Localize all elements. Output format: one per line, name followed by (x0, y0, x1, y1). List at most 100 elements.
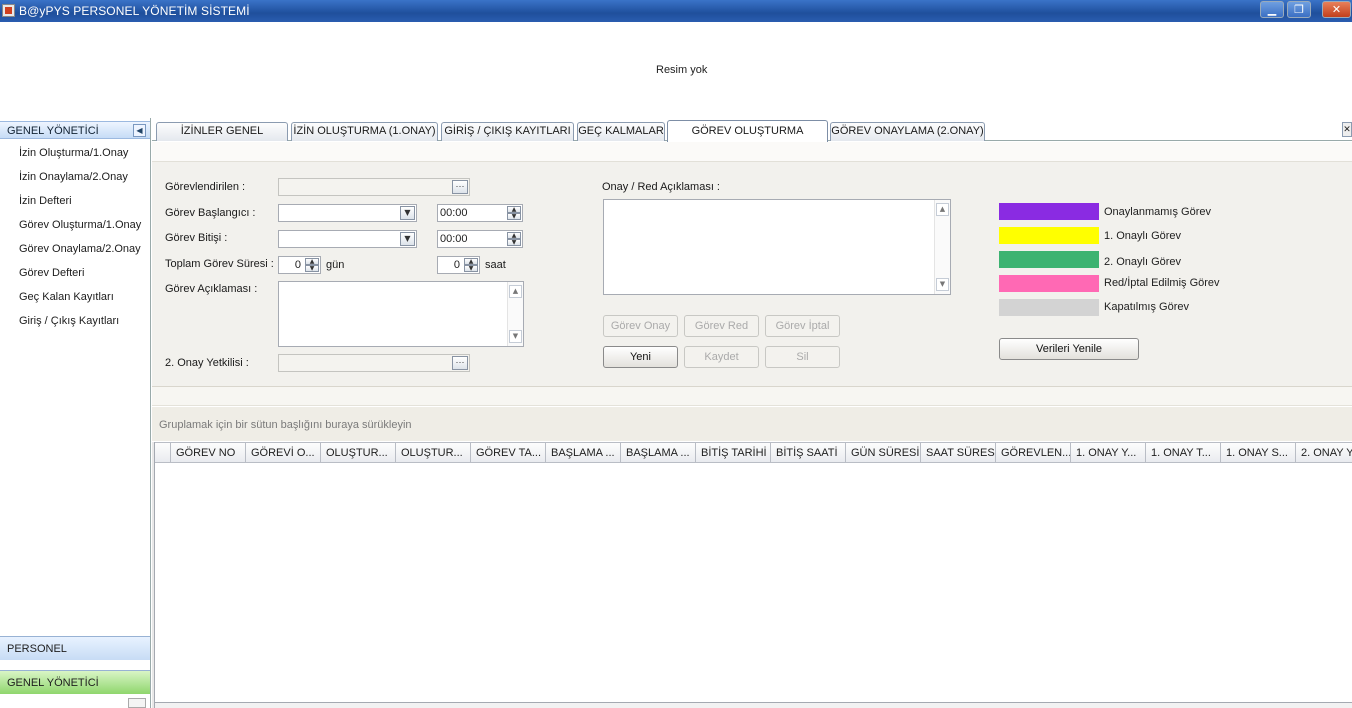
scrollbar[interactable]: ▲ ▼ (507, 282, 523, 346)
sil-button[interactable]: Sil (765, 346, 840, 368)
column-header[interactable]: OLUŞTUR... (396, 443, 471, 463)
column-header[interactable]: SAAT SÜRESİ (921, 443, 996, 463)
sidebar-group-title: GENEL YÖNETİCİ (7, 125, 99, 137)
sidebar-group-personel[interactable]: PERSONEL (0, 636, 150, 660)
panel-separator (152, 386, 1352, 406)
window-title: B@yPYS PERSONEL YÖNETİM SİSTEMİ (19, 4, 250, 18)
sidebar-group-header[interactable]: GENEL YÖNETİCİ ◀ (0, 121, 150, 139)
column-header[interactable]: BİTİŞ SAATİ (771, 443, 846, 463)
sidebar-overflow-button[interactable] (128, 698, 146, 708)
kaydet-button[interactable]: Kaydet (684, 346, 759, 368)
sidebar-item-giris-cikis[interactable]: Giriş / Çıkış Kayıtları (19, 315, 119, 327)
baslangic-label: Görev Başlangıcı : (165, 207, 256, 219)
sidebar-item-gec-kalan[interactable]: Geç Kalan Kayıtları (19, 291, 114, 303)
legend-label-2-onayli: 2. Onaylı Görev (1104, 256, 1182, 268)
legend-swatch-1-onayli (999, 227, 1099, 244)
column-header[interactable]: 1. ONAY Y... (1071, 443, 1146, 463)
scroll-up-icon[interactable]: ▲ (936, 203, 949, 216)
column-header[interactable]: GÖREV TA... (471, 443, 546, 463)
minimize-button[interactable]: ▁ (1260, 1, 1284, 18)
tab-gec-kalmalar[interactable]: GEÇ KALMALAR (577, 122, 665, 141)
column-header[interactable]: BİTİŞ TARİHİ (696, 443, 771, 463)
tab-strip: İZİNLER GENEL DURUMU İZİN OLUŞTURMA (1.O… (152, 118, 1352, 157)
onay-red-textarea[interactable]: ▲ ▼ (603, 199, 951, 295)
sidebar-group-genel-yonetici[interactable]: GENEL YÖNETİCİ (0, 670, 150, 694)
grid-header: GÖREV NO GÖREVİ O... OLUŞTUR... OLUŞTUR.… (155, 442, 1352, 463)
chevron-down-icon[interactable]: ▼ (400, 232, 415, 246)
column-header[interactable]: GÜN SÜRESİ (846, 443, 921, 463)
chevron-down-icon[interactable]: ▼ (400, 206, 415, 220)
baslangic-time-field[interactable]: 00:00 ▲ ▼ (437, 204, 523, 222)
column-header[interactable]: 1. ONAY S... (1221, 443, 1296, 463)
column-header[interactable]: 2. ONAY Y... (1296, 443, 1352, 463)
tab-izin-olusturma[interactable]: İZİN OLUŞTURMA (1.ONAY) (291, 122, 438, 141)
sidebar-item-izin-olusturma[interactable]: İzin Oluşturma/1.Onay (19, 147, 128, 159)
verileri-yenile-button[interactable]: Verileri Yenile (999, 338, 1139, 360)
legend-label-onaylanmamis: Onaylanmamış Görev (1104, 206, 1211, 218)
yeni-button[interactable]: Yeni (603, 346, 678, 368)
gun-stepper[interactable]: 0 ▲ ▼ (278, 256, 321, 274)
close-button[interactable]: ✕ (1322, 1, 1351, 18)
column-header[interactable]: 1. ONAY T... (1146, 443, 1221, 463)
legend-swatch-kapatilmis (999, 299, 1099, 316)
sidebar-group-personel-label: PERSONEL (7, 643, 67, 655)
window-titlebar: B@yPYS PERSONEL YÖNETİM SİSTEMİ ▁ ❐ ✕ (0, 0, 1352, 22)
gorev-iptal-button[interactable]: Görev İptal (765, 315, 840, 337)
collapse-icon[interactable]: ◀ (133, 124, 146, 137)
saat-stepper[interactable]: 0 ▲ ▼ (437, 256, 480, 274)
saat-unit-label: saat (485, 259, 506, 271)
gorev-onay-button[interactable]: Görev Onay (603, 315, 678, 337)
column-header[interactable]: GÖREVİ O... (246, 443, 321, 463)
scroll-up-icon[interactable]: ▲ (509, 285, 522, 298)
column-header[interactable]: GÖREV NO (171, 443, 246, 463)
ellipsis-icon[interactable]: ··· (452, 356, 468, 370)
ellipsis-icon[interactable]: ··· (452, 180, 468, 194)
gorev-red-button[interactable]: Görev Red (684, 315, 759, 337)
column-header[interactable]: BAŞLAMA ... (621, 443, 696, 463)
tab-gorev-olusturma[interactable]: GÖREV OLUŞTURMA (1.ONAY) (667, 120, 828, 157)
tab-izinler-genel-durumu[interactable]: İZİNLER GENEL DURUMU (156, 122, 288, 154)
sidebar-item-gorev-defteri[interactable]: Görev Defteri (19, 267, 84, 279)
onay-red-label: Onay / Red Açıklaması : (602, 181, 720, 193)
tab-gorev-onaylama[interactable]: GÖREV ONAYLAMA (2.ONAY) (830, 122, 985, 141)
spin-icon[interactable]: ▲ ▼ (507, 232, 521, 246)
saat-value: 0 (453, 259, 460, 271)
sidebar-item-izin-defteri[interactable]: İzin Defteri (19, 195, 72, 207)
onay-yetkilisi-label: 2. Onay Yetkilisi : (165, 357, 249, 369)
column-header[interactable]: GÖREVLEN... (996, 443, 1071, 463)
close-tab-icon[interactable]: ✕ (1342, 122, 1352, 137)
bitis-time-field[interactable]: 00:00 ▲ ▼ (437, 230, 523, 248)
legend-swatch-onaylanmamis (999, 203, 1099, 220)
legend-swatch-2-onayli (999, 251, 1099, 268)
group-by-hint: Gruplamak için bir sütun başlığını buray… (159, 419, 412, 431)
baslangic-time-value: 00:00 (440, 207, 468, 219)
form-top-band (152, 142, 1352, 162)
tab-giris-cikis-kayitlari[interactable]: GİRİŞ / ÇIKIŞ KAYITLARI (441, 122, 574, 141)
aciklama-textarea[interactable]: ▲ ▼ (278, 281, 524, 347)
gorevlendirilen-field[interactable]: ··· (278, 178, 470, 196)
sidebar-group-genel-label: GENEL YÖNETİCİ (7, 677, 99, 689)
sidebar-item-gorev-olusturma[interactable]: Görev Oluşturma/1.Onay (19, 219, 141, 231)
scroll-down-icon[interactable]: ▼ (509, 330, 522, 343)
grid-body[interactable] (155, 464, 1352, 702)
onay-yetkilisi-field[interactable]: ··· (278, 354, 470, 372)
maximize-button[interactable]: ❐ (1287, 1, 1311, 18)
bitis-time-value: 00:00 (440, 233, 468, 245)
group-by-panel[interactable]: Gruplamak için bir sütun başlığını buray… (152, 407, 1352, 441)
column-header[interactable]: BAŞLAMA ... (546, 443, 621, 463)
spin-icon[interactable]: ▲ ▼ (507, 206, 521, 220)
scroll-down-icon[interactable]: ▼ (936, 278, 949, 291)
spin-icon[interactable]: ▲ ▼ (464, 258, 478, 272)
baslangic-date-field[interactable]: ▼ (278, 204, 417, 222)
sidebar-item-gorev-onaylama[interactable]: Görev Onaylama/2.Onay (19, 243, 141, 255)
sidebar: GENEL YÖNETİCİ ◀ İzin Oluşturma/1.Onay İ… (0, 118, 151, 708)
bitis-date-field[interactable]: ▼ (278, 230, 417, 248)
column-header[interactable]: OLUŞTUR... (321, 443, 396, 463)
grid-horizontal-scrollbar[interactable] (155, 702, 1352, 708)
scrollbar[interactable]: ▲ ▼ (934, 200, 950, 294)
gun-unit-label: gün (326, 259, 345, 271)
sidebar-item-izin-onaylama[interactable]: İzin Onaylama/2.Onay (19, 171, 128, 183)
legend-label-red-iptal: Red/İptal Edilmiş Görev (1104, 277, 1220, 289)
app-icon (2, 4, 15, 17)
spin-icon[interactable]: ▲ ▼ (305, 258, 319, 272)
